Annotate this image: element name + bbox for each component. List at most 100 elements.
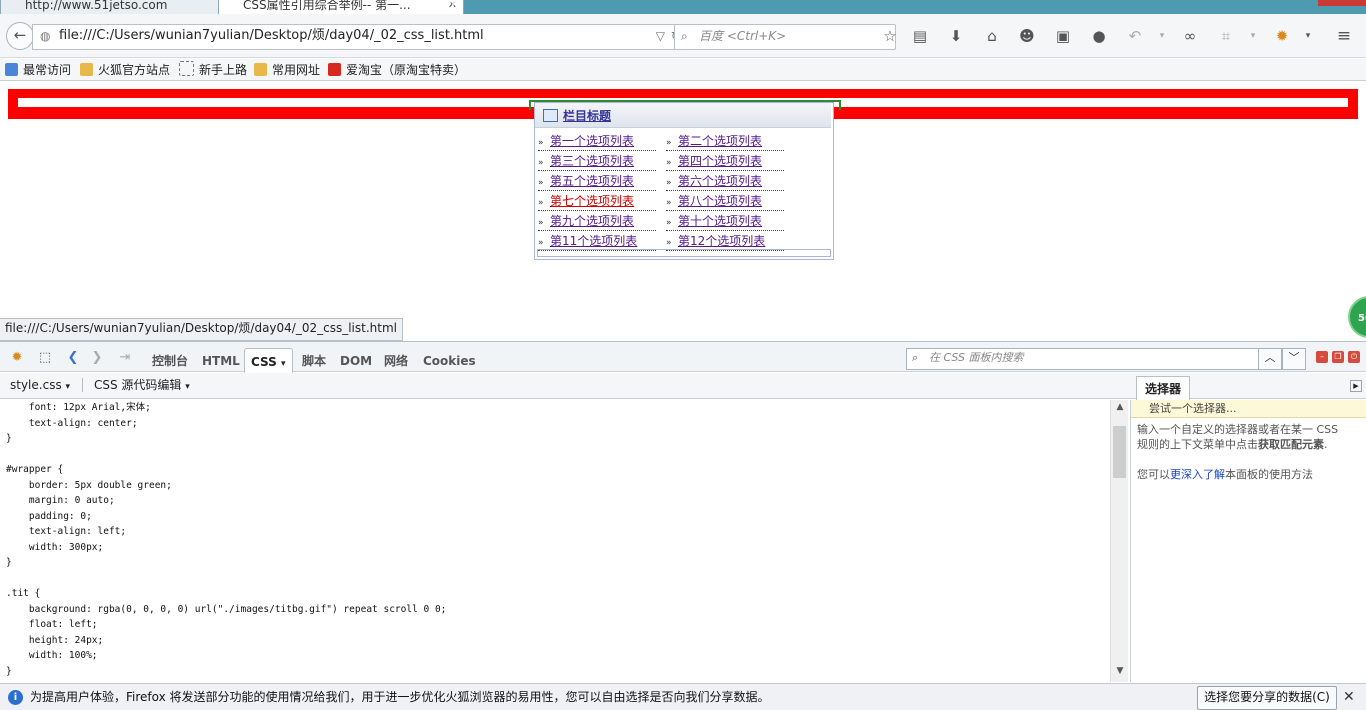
detach-icon[interactable]: ❐ bbox=[1332, 351, 1344, 363]
tab-network[interactable]: 网络 bbox=[384, 348, 408, 372]
indent-icon[interactable]: ⇥ bbox=[116, 350, 134, 366]
reader-icon[interactable]: ▣ bbox=[1053, 26, 1073, 46]
list-item-link[interactable]: 第七个选项列表 bbox=[550, 194, 634, 208]
window-close-button[interactable] bbox=[1318, 0, 1366, 6]
choose-share-data-button[interactable]: 选择您要分享的数据(C) bbox=[1197, 686, 1337, 710]
list-item[interactable]: » 第六个选项列表 bbox=[666, 173, 784, 191]
source-edit-button[interactable]: CSS 源代码编辑 ▾ bbox=[94, 373, 190, 399]
bullet-arrow-icon: » bbox=[538, 178, 544, 188]
list-item-link[interactable]: 第九个选项列表 bbox=[550, 214, 634, 228]
search-input[interactable]: ⌕ 百度 <Ctrl+K> bbox=[674, 24, 896, 50]
css-source-code[interactable]: font: 12px Arial,宋体; text-align: center;… bbox=[0, 400, 1110, 682]
page-icon bbox=[179, 61, 194, 76]
list-item-link[interactable]: 第五个选项列表 bbox=[550, 174, 634, 188]
firebug-icon[interactable]: ✹ bbox=[8, 350, 26, 366]
forward-icon[interactable]: ❯ bbox=[88, 350, 106, 366]
chevron-down-icon[interactable]: ▾ bbox=[1243, 26, 1263, 46]
bookmark-getting-started[interactable]: 新手上路 bbox=[179, 60, 247, 80]
navigation-toolbar: ← ◍ file:///C:/Users/wunian7yulian/Deskt… bbox=[0, 14, 1366, 58]
bullet-arrow-icon: » bbox=[666, 178, 672, 188]
back-icon[interactable]: ❮ bbox=[64, 350, 82, 366]
tab-selectors[interactable]: 选择器 bbox=[1136, 376, 1191, 401]
list-item[interactable]: » 第五个选项列表 bbox=[538, 173, 656, 191]
firebug-icon[interactable]: ✹ bbox=[1272, 26, 1292, 46]
bookmark-aitaobao[interactable]: 爱淘宝（原淘宝特卖） bbox=[328, 60, 466, 80]
scroll-up-icon[interactable]: ▲ bbox=[1111, 402, 1129, 412]
scroll-down-icon[interactable]: ▼ bbox=[1111, 666, 1129, 676]
crop-icon[interactable]: ⌗ bbox=[1216, 26, 1236, 46]
sidebar-help-text: 输入一个自定义的选择器或者在某一 CSS 规则的上下文菜单中点击获取匹配元素. bbox=[1137, 422, 1347, 452]
divider bbox=[82, 378, 83, 392]
close-icon[interactable]: ✕ bbox=[1343, 684, 1355, 710]
bookmarks-toolbar: 最常访问 火狐官方站点 新手上路 常用网址 爱淘宝（原淘宝特卖） bbox=[0, 59, 1366, 81]
list-item-link[interactable]: 第11个选项列表 bbox=[550, 234, 637, 248]
tab-css-example[interactable]: CSS属性引用综合举例-- 第一... ✕ bbox=[218, 0, 464, 14]
selector-sidebar: 尝试一个选择器... 输入一个自定义的选择器或者在某一 CSS 规则的上下文菜单… bbox=[1130, 400, 1366, 682]
speed-badge[interactable]: 50 bbox=[1348, 296, 1366, 338]
mask-icon[interactable]: ∞ bbox=[1180, 26, 1200, 46]
page-viewport: 栏目标题 » 第一个选项列表 » 第二个选项列表 » 第三个选项列表 » 第四个选项列表 » 第五… bbox=[0, 82, 1366, 341]
bullet-arrow-icon: » bbox=[538, 138, 544, 148]
more-prefix: 您可以 bbox=[1137, 468, 1170, 481]
url-bar[interactable]: ◍ file:///C:/Users/wunian7yulian/Desktop… bbox=[32, 24, 694, 50]
sidebar-more-text: 您可以更深入了解本面板的使用方法 bbox=[1137, 467, 1347, 482]
list-item-link[interactable]: 第十个选项列表 bbox=[678, 214, 762, 228]
download-icon[interactable]: ⬇ bbox=[946, 26, 966, 46]
list-item[interactable]: » 第三个选项列表 bbox=[538, 153, 656, 171]
tab-51jetso[interactable]: http://www.51jetso.com ✕ bbox=[0, 0, 248, 14]
bookmark-most-visited[interactable]: 最常访问 bbox=[5, 60, 71, 80]
list-item-link[interactable]: 第12个选项列表 bbox=[678, 234, 765, 248]
back-button[interactable]: ← bbox=[6, 22, 34, 50]
list-item-link[interactable]: 第二个选项列表 bbox=[678, 134, 762, 148]
list-item-link[interactable]: 第八个选项列表 bbox=[678, 194, 762, 208]
menu-icon[interactable]: ≡ bbox=[1334, 26, 1354, 46]
list-item-link[interactable]: 第三个选项列表 bbox=[550, 154, 634, 168]
learn-more-link[interactable]: 更深入了解 bbox=[1170, 468, 1225, 481]
bookmark-star-icon[interactable]: ☆ bbox=[880, 26, 900, 46]
smiley-icon[interactable]: ☻ bbox=[1017, 26, 1037, 46]
selector-input[interactable]: 尝试一个选择器... bbox=[1131, 400, 1366, 418]
chevron-down-icon[interactable]: ▾ bbox=[1298, 26, 1318, 46]
list-item[interactable]: » 第七个选项列表 bbox=[538, 193, 656, 211]
css-search-input[interactable]: ⌕ 在 CSS 面板内搜索 bbox=[906, 348, 1282, 370]
firebug-toolbar: ✹ ⬚ ❮ ❯ ⇥ 控制台 HTML CSS ▾ 脚本 DOM 网络 Cooki… bbox=[0, 341, 1366, 373]
inspect-icon[interactable]: ⬚ bbox=[36, 350, 54, 366]
list-item[interactable]: » 第四个选项列表 bbox=[666, 153, 784, 171]
tab-html[interactable]: HTML bbox=[202, 348, 240, 372]
home-icon[interactable]: ⌂ bbox=[982, 26, 1002, 46]
new-tab-icon[interactable]: + bbox=[444, 0, 462, 12]
list-item[interactable]: » 第九个选项列表 bbox=[538, 213, 656, 231]
list-item[interactable]: » 第八个选项列表 bbox=[666, 193, 784, 211]
play-icon[interactable]: ▶ bbox=[1350, 380, 1362, 392]
list-item-link[interactable]: 第四个选项列表 bbox=[678, 154, 762, 168]
list-item[interactable]: » 第一个选项列表 bbox=[538, 133, 656, 151]
list-item[interactable]: » 第二个选项列表 bbox=[666, 133, 784, 151]
list-item-link[interactable]: 第一个选项列表 bbox=[550, 134, 634, 148]
bookmark-firefox-site[interactable]: 火狐官方站点 bbox=[80, 60, 170, 80]
bookmarks-menu-icon[interactable]: ▤ bbox=[910, 26, 930, 46]
minimize-icon[interactable]: – bbox=[1316, 351, 1328, 363]
list-item[interactable]: » 第十个选项列表 bbox=[666, 213, 784, 231]
chevron-down-icon[interactable]: ▾ bbox=[1152, 26, 1172, 46]
bookmark-common-urls[interactable]: 常用网址 bbox=[254, 60, 320, 80]
tab-script[interactable]: 脚本 bbox=[302, 348, 326, 372]
scroll-thumb[interactable] bbox=[1113, 426, 1126, 478]
power-icon[interactable]: ⏻ bbox=[1348, 351, 1360, 363]
chat-icon[interactable]: ● bbox=[1089, 26, 1109, 46]
tab-css[interactable]: CSS ▾ bbox=[244, 348, 293, 373]
stylesheet-select[interactable]: style.css ▾ bbox=[10, 373, 70, 399]
column-title[interactable]: 栏目标题 bbox=[563, 107, 611, 124]
undo-icon[interactable]: ↶ bbox=[1125, 26, 1145, 46]
tab-dom[interactable]: DOM bbox=[340, 348, 372, 372]
search-prev-button[interactable]: ︿ bbox=[1258, 348, 1282, 370]
code-scrollbar[interactable]: ▲ ▼ bbox=[1110, 400, 1128, 682]
list-item-link[interactable]: 第六个选项列表 bbox=[678, 174, 762, 188]
search-next-button[interactable]: ﹀ bbox=[1282, 348, 1306, 370]
status-url: file:///C:/Users/wunian7yulian/Desktop/烦… bbox=[0, 318, 403, 341]
bullet-arrow-icon: » bbox=[666, 198, 672, 208]
tab-console[interactable]: 控制台 bbox=[152, 348, 188, 372]
search-placeholder: 在 CSS 面板内搜索 bbox=[929, 351, 1024, 364]
bullet-arrow-icon: » bbox=[538, 158, 544, 168]
tab-cookies[interactable]: Cookies bbox=[423, 348, 476, 372]
chevron-down-icon: ▾ bbox=[65, 382, 71, 392]
